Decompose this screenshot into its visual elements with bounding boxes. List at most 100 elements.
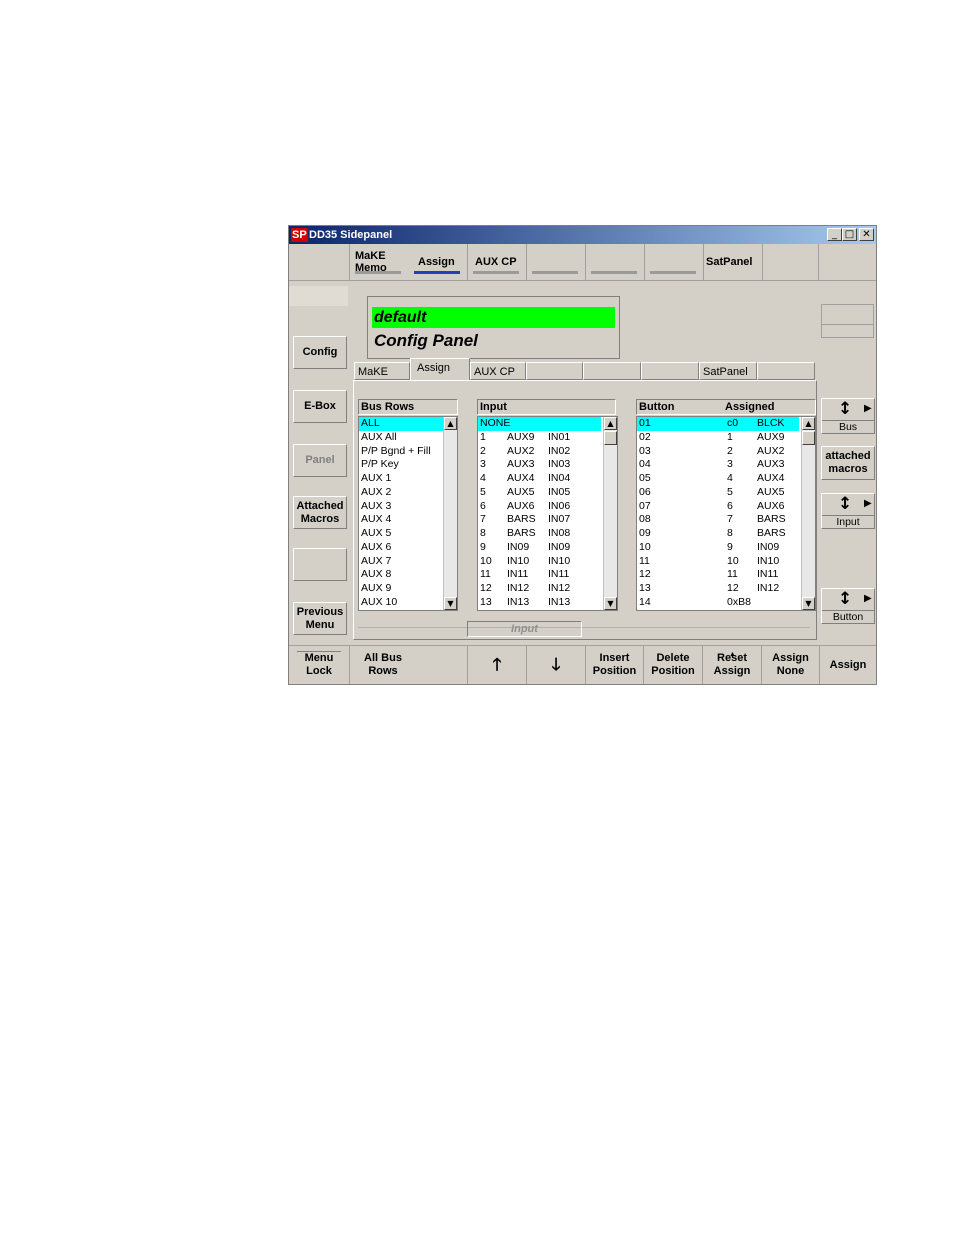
list-item[interactable]: AUX 7 xyxy=(359,555,443,569)
list-item[interactable]: AUX 10 xyxy=(359,596,443,610)
bus-rows-scrollbar[interactable]: ▲ ▼ xyxy=(443,417,457,610)
scroll-down-icon[interactable]: ▼ xyxy=(604,597,617,610)
list-item[interactable]: 08 7 BARS xyxy=(637,513,799,527)
scroll-down-icon[interactable]: ▼ xyxy=(444,597,457,610)
tab-make-memo[interactable]: MaKE Memo xyxy=(349,244,408,280)
list-item[interactable]: 10 9 IN09 xyxy=(637,541,799,555)
bus-nav-button[interactable]: ↕ ▶ Bus xyxy=(821,398,875,434)
subtab-blank-3[interactable] xyxy=(641,362,699,380)
list-item[interactable]: AUX 8 xyxy=(359,568,443,582)
list-item[interactable]: 14 0xB8 xyxy=(637,596,799,610)
list-item[interactable]: 02 1 AUX9 xyxy=(637,431,799,445)
list-cell: 9 xyxy=(480,540,486,553)
subtab-assign[interactable]: Assign xyxy=(410,358,470,380)
menu-lock-button[interactable]: Menu Lock xyxy=(289,646,349,684)
delete-position-button[interactable]: Delete Position xyxy=(643,646,702,684)
subtab-aux-cp[interactable]: AUX CP xyxy=(470,362,526,380)
button-assign-list[interactable]: 01 c0 BLCK 02 1 AUX9 03 2 AUX2 04 3 AUX3 05 4 AUX4 06 5 A… xyxy=(636,416,816,611)
list-item[interactable]: 01 c0 BLCK xyxy=(637,417,799,431)
scroll-thumb[interactable] xyxy=(604,431,617,445)
assign-button[interactable]: Assign xyxy=(819,646,876,684)
list-item[interactable]: AUX 9 xyxy=(359,582,443,596)
list-item[interactable]: P/P Bgnd + Fill xyxy=(359,445,443,459)
list-cell: 07 xyxy=(639,499,651,512)
bus-rows-list[interactable]: ALL AUX All P/P Bgnd + Fill P/P Key AUX 1 AUX… xyxy=(358,416,458,611)
move-up-button[interactable]: 🡑 xyxy=(467,646,526,684)
tab-blank-2[interactable] xyxy=(585,244,644,280)
subtab-satpanel[interactable]: SatPanel xyxy=(699,362,757,380)
attached-macros-right-button[interactable]: attached macros xyxy=(821,446,875,480)
list-item[interactable]: 12 11 IN11 xyxy=(637,568,799,582)
list-cell: 05 xyxy=(639,472,651,484)
minimize-button[interactable]: _ xyxy=(827,228,842,241)
scroll-thumb[interactable] xyxy=(802,431,815,445)
input-nav-button[interactable]: ↕ ▶ Input xyxy=(821,493,875,529)
title-bar[interactable]: SP DD35 Sidepanel _ □ ✕ xyxy=(289,226,876,244)
subtab-blank-4[interactable] xyxy=(757,362,815,380)
list-item[interactable]: 7 BARS IN07 xyxy=(478,513,601,527)
tab-assign[interactable]: Assign xyxy=(408,244,467,280)
list-item[interactable]: 8 BARS IN08 xyxy=(478,527,601,541)
list-item[interactable]: 5 AUX5 IN05 xyxy=(478,486,601,500)
list-item[interactable]: 2 AUX2 IN02 xyxy=(478,445,601,459)
input-scrollbar[interactable]: ▲ ▼ xyxy=(603,417,617,610)
previous-menu-button[interactable]: Previous Menu xyxy=(293,602,347,635)
list-item[interactable]: 05 4 AUX4 xyxy=(637,472,799,486)
list-item[interactable]: 11 10 IN10 xyxy=(637,555,799,569)
scroll-up-icon[interactable]: ▲ xyxy=(802,417,815,430)
list-item[interactable]: 13 12 IN12 xyxy=(637,582,799,596)
list-item[interactable]: AUX All xyxy=(359,431,443,445)
all-bus-rows-button[interactable]: All Bus Rows xyxy=(349,646,467,684)
list-item[interactable]: 10 IN10 IN10 xyxy=(478,555,601,569)
list-item[interactable]: 13 IN13 IN13 xyxy=(478,596,601,610)
list-item[interactable]: 03 2 AUX2 xyxy=(637,445,799,459)
list-item[interactable]: 3 AUX3 IN03 xyxy=(478,458,601,472)
status-divider xyxy=(822,324,873,325)
tab-satpanel[interactable]: SatPanel xyxy=(703,244,762,280)
input-list[interactable]: NONE 1 AUX9 IN01 2 AUX2 IN02 3 AUX3 IN03 4 AUX4 IN04… xyxy=(477,416,618,611)
button-scrollbar[interactable]: ▲ ▼ xyxy=(801,417,815,610)
list-item[interactable]: ALL xyxy=(359,417,443,431)
attached-macros-button[interactable]: Attached Macros xyxy=(293,496,347,529)
subtab-blank-1[interactable] xyxy=(526,362,583,380)
tab-blank-3[interactable] xyxy=(644,244,703,280)
blank-button[interactable] xyxy=(293,548,347,581)
list-item[interactable]: AUX 4 xyxy=(359,513,443,527)
list-item[interactable]: P/P Key xyxy=(359,458,443,472)
scroll-up-icon[interactable]: ▲ xyxy=(604,417,617,430)
list-item[interactable]: 04 3 AUX3 xyxy=(637,458,799,472)
move-down-button[interactable]: 🡓 xyxy=(526,646,585,684)
button-nav-button[interactable]: ↕ ▶ Button xyxy=(821,588,875,624)
list-item[interactable]: 11 IN11 IN11 xyxy=(478,568,601,582)
scroll-down-icon[interactable]: ▼ xyxy=(802,597,815,610)
tab-blank-4[interactable] xyxy=(762,244,818,280)
list-item[interactable]: AUX 3 xyxy=(359,500,443,514)
list-item[interactable]: 07 6 AUX6 xyxy=(637,500,799,514)
list-item[interactable]: AUX 6 xyxy=(359,541,443,555)
ebox-button[interactable]: E-Box xyxy=(293,390,347,423)
list-item[interactable]: AUX 5 xyxy=(359,527,443,541)
list-item[interactable]: 1 AUX9 IN01 xyxy=(478,431,601,445)
list-cell: IN12 xyxy=(548,582,571,594)
list-item[interactable]: 4 AUX4 IN04 xyxy=(478,472,601,486)
insert-position-button[interactable]: Insert Position xyxy=(585,646,643,684)
list-item[interactable]: 6 AUX6 IN06 xyxy=(478,500,601,514)
panel-button[interactable]: Panel xyxy=(293,444,347,477)
tab-aux-cp[interactable]: AUX CP xyxy=(467,244,526,280)
tab-blank-1[interactable] xyxy=(526,244,585,280)
list-item[interactable]: AUX 2 xyxy=(359,486,443,500)
list-item[interactable]: 12 IN12 IN12 xyxy=(478,582,601,596)
subtab-make[interactable]: MaKE xyxy=(354,362,410,380)
close-button[interactable]: ✕ xyxy=(859,228,874,241)
list-item[interactable]: 06 5 AUX5 xyxy=(637,486,799,500)
list-item[interactable]: 09 8 BARS xyxy=(637,527,799,541)
scroll-up-icon[interactable]: ▲ xyxy=(444,417,457,430)
config-button[interactable]: Config xyxy=(293,336,347,369)
maximize-button[interactable]: □ xyxy=(842,228,857,241)
list-item[interactable]: AUX 1 xyxy=(359,472,443,486)
list-item[interactable]: 9 IN09 IN09 xyxy=(478,541,601,555)
reset-assign-button[interactable]: ▲ Reset Assign xyxy=(702,646,761,684)
list-item[interactable]: NONE xyxy=(478,417,601,431)
assign-none-button[interactable]: Assign None xyxy=(761,646,819,684)
subtab-blank-2[interactable] xyxy=(583,362,641,380)
